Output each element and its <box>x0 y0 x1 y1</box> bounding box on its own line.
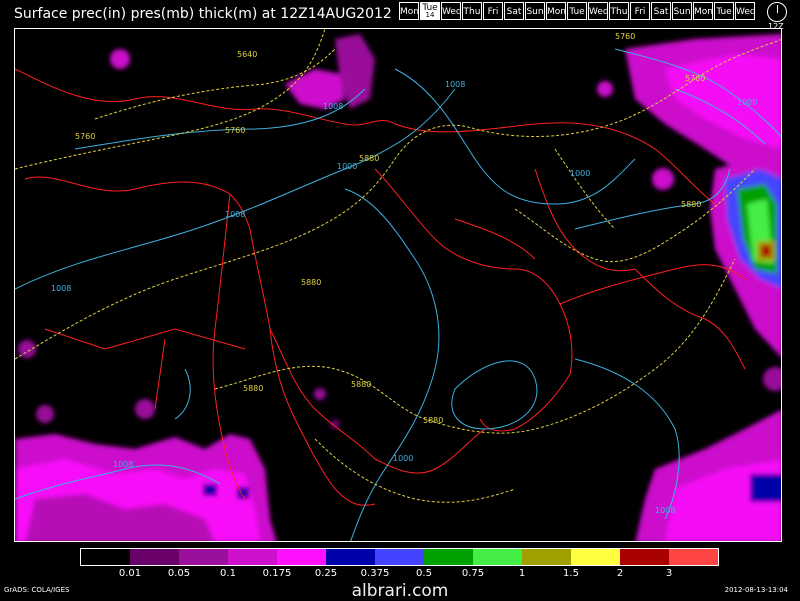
day-button-6[interactable]: Sun <box>525 2 545 20</box>
pressure-label: 1008 <box>51 284 71 293</box>
pressure-label: 1000 <box>337 162 357 171</box>
day-button-3[interactable]: Thu <box>462 2 482 20</box>
day-label: Mon <box>400 7 419 17</box>
thickness-label: 5640 <box>237 50 257 59</box>
pressure-label: 1008 <box>225 210 245 219</box>
thickness-label: 5760 <box>225 126 245 135</box>
day-button-8[interactable]: Tue <box>567 2 587 20</box>
legend-swatch <box>424 549 473 565</box>
day-button-14[interactable]: Mon <box>693 2 713 20</box>
day-button-1[interactable]: Tue 14 <box>420 2 440 20</box>
day-label: Mon <box>547 7 566 17</box>
day-label: Thu <box>463 7 481 17</box>
day-label: Fri <box>487 7 499 17</box>
legend-swatch <box>473 549 522 565</box>
legend-tick-label: 0.175 <box>262 568 292 579</box>
day-label: Mon <box>694 7 713 17</box>
day-label: Wed <box>736 7 756 17</box>
day-label: Sat <box>506 7 522 17</box>
legend-swatch <box>277 549 326 565</box>
thickness-label: 5880 <box>423 416 443 425</box>
day-button-0[interactable]: Mon <box>399 2 419 20</box>
pressure-label: 1008 <box>445 80 465 89</box>
legend-swatch <box>228 549 277 565</box>
thickness-label: 5760 <box>615 32 635 41</box>
thickness-label: 5880 <box>359 154 379 163</box>
thickness-label: 5880 <box>681 200 701 209</box>
pressure-label: 1000 <box>570 169 590 178</box>
day-button-13[interactable]: Sun <box>672 2 692 20</box>
day-button-4[interactable]: Fri <box>483 2 503 20</box>
clock-icon <box>767 2 787 22</box>
day-label: Sun <box>673 7 691 17</box>
country-borders <box>15 68 746 506</box>
site-watermark: albrari.com <box>351 581 449 601</box>
day-button-5[interactable]: Sat <box>504 2 524 20</box>
thickness-label: 5760 <box>685 74 705 83</box>
day-label: Fri <box>634 7 646 17</box>
legend-swatch <box>179 549 228 565</box>
thickness-label: 5760 <box>75 132 95 141</box>
legend-tick-label: 1.5 <box>563 568 579 579</box>
thickness-label: 5880 <box>243 384 263 393</box>
day-button-16[interactable]: Wed <box>735 2 756 20</box>
day-label: Wed <box>589 7 609 17</box>
legend-swatch <box>130 549 179 565</box>
legend-tick-label: 0.75 <box>461 568 485 579</box>
day-button-15[interactable]: Tue <box>714 2 734 20</box>
legend-swatch <box>571 549 620 565</box>
forecast-day-selector: Mon Tue 14 Wed Thu Fri Sat Sun Mon Tue Wed Thu Fri Sa… <box>398 2 756 22</box>
legend-tick-label: 2 <box>616 568 624 579</box>
pressure-label: 1000 <box>393 454 413 463</box>
legend-tick-label: 0.375 <box>360 568 390 579</box>
legend-tick-label: 0.1 <box>220 568 236 579</box>
day-button-11[interactable]: Fri <box>630 2 650 20</box>
legend-swatch <box>326 549 375 565</box>
day-label: Tue <box>569 7 585 17</box>
weather-map: 1008 1008 1008 1008 1000 1000 1008 1000 … <box>14 28 782 542</box>
precipitation-legend <box>80 548 719 566</box>
legend-swatch <box>81 549 130 565</box>
pressure-label: 1008 <box>323 102 343 111</box>
legend-swatch <box>620 549 669 565</box>
legend-swatch <box>522 549 571 565</box>
day-label: Sat <box>653 7 669 17</box>
day-button-7[interactable]: Mon <box>546 2 566 20</box>
legend-swatch <box>375 549 424 565</box>
day-button-10[interactable]: Thu <box>609 2 629 20</box>
day-label: Sun <box>526 7 544 17</box>
legend-tick-label: 0.5 <box>416 568 432 579</box>
thickness-label: 5880 <box>301 278 321 287</box>
legend-swatch <box>669 549 718 565</box>
legend-tick-label: 0.25 <box>314 568 338 579</box>
legend-tick-label: 3 <box>665 568 673 579</box>
thickness-label: 5880 <box>351 380 371 389</box>
pressure-label: 1008 <box>655 506 675 515</box>
day-label: Thu <box>610 7 628 17</box>
day-label: Tue <box>716 7 732 17</box>
generation-timestamp: 2012-08-13-13:04 <box>724 586 788 594</box>
day-button-12[interactable]: Sat <box>651 2 671 20</box>
day-label: Wed <box>442 7 462 17</box>
pressure-label: 1008 <box>113 460 133 469</box>
day-number: 14 <box>425 11 435 19</box>
day-button-9[interactable]: Wed <box>588 2 609 20</box>
pressure-label: 1000 <box>737 98 757 107</box>
legend-tick-label: 0.05 <box>167 568 191 579</box>
legend-tick-label: 0.01 <box>118 568 142 579</box>
day-button-2[interactable]: Wed <box>441 2 462 20</box>
map-title: Surface prec(in) pres(mb) thick(m) at 12… <box>14 6 392 22</box>
legend-tick-label: 1 <box>518 568 526 579</box>
